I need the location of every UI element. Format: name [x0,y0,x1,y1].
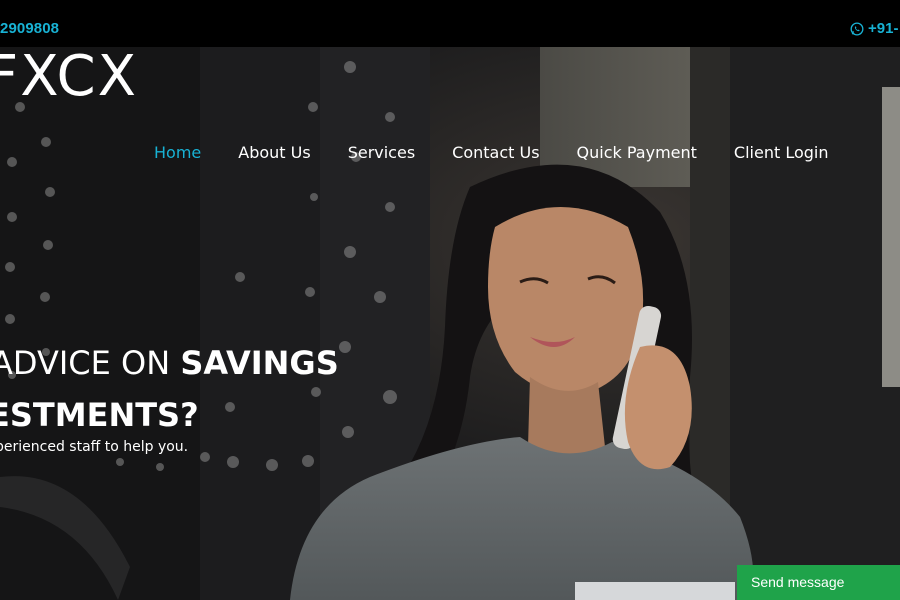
hero-headline-regular: ADVICE ON [0,344,181,382]
send-message-button[interactable]: Send message [737,565,900,600]
nav-item-about-us[interactable]: About Us [238,143,310,162]
hero-subtext: perienced staff to help you. [0,439,189,455]
main-nav: Home About Us Services Contact Us Quick … [154,143,829,162]
whatsapp-icon [850,22,864,36]
hero-headline: ADVICE ON SAVINGS ESTMENTS? [0,337,348,441]
site-logo[interactable]: FXCX [0,49,138,105]
nav-item-contact-us[interactable]: Contact Us [452,143,539,162]
nav-item-quick-payment[interactable]: Quick Payment [577,143,697,162]
phone-number-right[interactable]: +91- [850,20,898,37]
phone-number-right-text: +91- [868,20,899,37]
hero-photo [0,47,900,600]
hero-headline-bold: SAVINGS [180,344,339,382]
hero-headline-line1: ADVICE ON SAVINGS [0,337,339,389]
hero-section: FXCX Home About Us Services Contact Us Q… [0,47,900,600]
nav-item-services[interactable]: Services [348,143,415,162]
phone-number-left[interactable]: 2909808 [0,20,59,37]
nav-item-home[interactable]: Home [154,143,201,162]
hero-headline-line2: ESTMENTS? [0,396,199,434]
nav-item-client-login[interactable]: Client Login [734,143,829,162]
top-bar: 2909808 +91- [0,0,900,47]
